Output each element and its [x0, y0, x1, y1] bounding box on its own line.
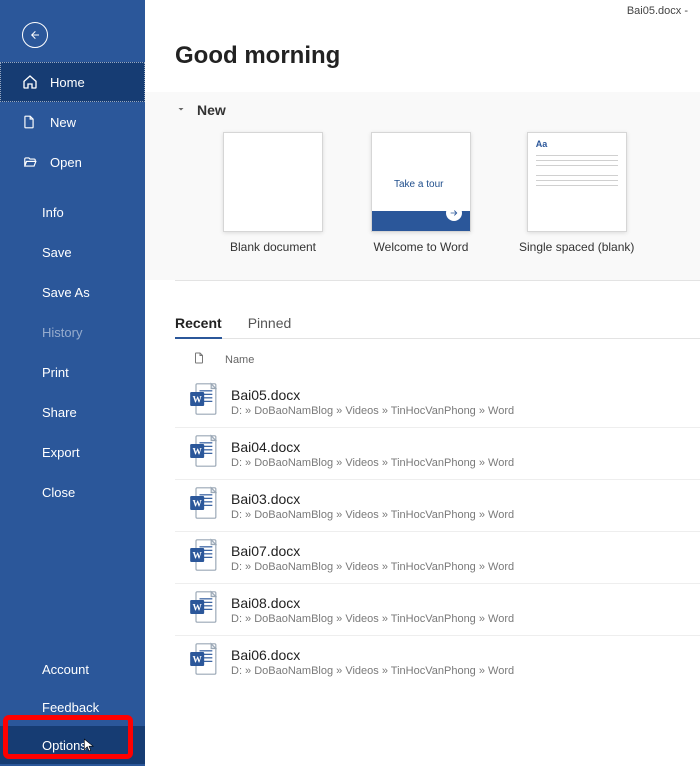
file-path: D: » DoBaoNamBlog » Videos » TinHocVanPh… [231, 613, 514, 625]
take-tour-text: Take a tour [394, 179, 443, 190]
svg-text:W: W [193, 448, 203, 458]
new-section-label: New [197, 102, 226, 118]
sidebar-label-open: Open [50, 155, 82, 170]
recent-file-list: W Bai05.docx D: » DoBaoNamBlog » Videos … [175, 376, 700, 687]
recent-tabs: Recent Pinned [175, 315, 700, 339]
template-welcome[interactable]: Take a tour Welcome to Word [371, 132, 471, 254]
home-icon [22, 74, 38, 90]
recent-file-row[interactable]: W Bai03.docx D: » DoBaoNamBlog » Videos … [175, 479, 700, 531]
file-list-header: Name [175, 339, 700, 376]
svg-text:W: W [193, 500, 203, 510]
template-single-spaced-thumb: Aa [527, 132, 627, 232]
sidebar-label-new: New [50, 115, 76, 130]
template-blank-thumb [223, 132, 323, 232]
sidebar-item-home[interactable]: Home [0, 62, 145, 102]
sidebar-bottom-group: Account Feedback Options [0, 650, 145, 766]
template-list: Blank document Take a tour Welcome to Wo… [175, 132, 700, 254]
sidebar-item-options[interactable]: Options [0, 726, 145, 764]
file-name: Bai05.docx [231, 387, 514, 403]
content-area: Good morning New Blank document Take a t… [145, 22, 700, 687]
word-file-icon: W [189, 434, 217, 473]
sidebar-item-account[interactable]: Account [0, 650, 145, 688]
divider [175, 280, 700, 281]
file-text: Bai06.docx D: » DoBaoNamBlog » Videos » … [231, 647, 514, 677]
file-text: Bai07.docx D: » DoBaoNamBlog » Videos » … [231, 543, 514, 573]
file-name: Bai06.docx [231, 647, 514, 663]
file-text: Bai04.docx D: » DoBaoNamBlog » Videos » … [231, 439, 514, 469]
recent-file-row[interactable]: W Bai05.docx D: » DoBaoNamBlog » Videos … [175, 376, 700, 427]
tab-recent[interactable]: Recent [175, 315, 222, 339]
new-section-header[interactable]: New [175, 102, 700, 118]
template-blank-label: Blank document [230, 240, 316, 254]
tour-arrow-icon [446, 205, 462, 221]
sidebar-item-new[interactable]: New [0, 102, 145, 142]
word-file-icon: W [189, 486, 217, 525]
sidebar-item-print[interactable]: Print [0, 352, 145, 392]
page-icon [22, 114, 38, 130]
svg-text:W: W [193, 396, 203, 406]
template-single-spaced-label: Single spaced (blank) [519, 240, 634, 254]
back-button[interactable] [22, 22, 48, 48]
file-path: D: » DoBaoNamBlog » Videos » TinHocVanPh… [231, 561, 514, 573]
file-path: D: » DoBaoNamBlog » Videos » TinHocVanPh… [231, 405, 514, 417]
document-column-icon [193, 351, 207, 368]
word-file-icon: W [189, 382, 217, 421]
sidebar-item-info[interactable]: Info [0, 192, 145, 232]
greeting-heading: Good morning [175, 42, 700, 70]
sidebar-item-open[interactable]: Open [0, 142, 145, 182]
single-spaced-aa: Aa [536, 139, 548, 149]
word-file-icon: W [189, 538, 217, 577]
template-single-spaced[interactable]: Aa Single spaced (blank) [519, 132, 634, 254]
template-welcome-label: Welcome to Word [374, 240, 469, 254]
sidebar-item-save[interactable]: Save [0, 232, 145, 272]
svg-text:W: W [193, 604, 203, 614]
file-name: Bai03.docx [231, 491, 514, 507]
sidebar-primary-group: Home New Open [0, 62, 145, 182]
titlebar: Bai05.docx - [145, 0, 700, 22]
sidebar-item-export[interactable]: Export [0, 432, 145, 472]
sidebar-item-feedback[interactable]: Feedback [0, 688, 145, 726]
word-file-icon: W [189, 590, 217, 629]
tab-pinned[interactable]: Pinned [248, 315, 292, 339]
file-name: Bai04.docx [231, 439, 514, 455]
sidebar-label-home: Home [50, 75, 85, 90]
recent-file-row[interactable]: W Bai08.docx D: » DoBaoNamBlog » Videos … [175, 583, 700, 635]
sidebar-item-close[interactable]: Close [0, 472, 145, 512]
backstage-main: Bai05.docx - Good morning New Blank docu… [145, 0, 700, 766]
file-text: Bai03.docx D: » DoBaoNamBlog » Videos » … [231, 491, 514, 521]
recent-file-row[interactable]: W Bai06.docx D: » DoBaoNamBlog » Videos … [175, 635, 700, 687]
sidebar-secondary-group: Info Save Save As History Print Share Ex… [0, 192, 145, 512]
sidebar-item-share[interactable]: Share [0, 392, 145, 432]
new-section: New Blank document Take a tour Welcome [145, 92, 700, 280]
svg-text:W: W [193, 656, 203, 666]
word-file-icon: W [189, 642, 217, 681]
file-name: Bai07.docx [231, 543, 514, 559]
folder-icon [22, 155, 38, 169]
name-column-label: Name [225, 354, 254, 366]
file-path: D: » DoBaoNamBlog » Videos » TinHocVanPh… [231, 665, 514, 677]
file-path: D: » DoBaoNamBlog » Videos » TinHocVanPh… [231, 509, 514, 521]
file-text: Bai08.docx D: » DoBaoNamBlog » Videos » … [231, 595, 514, 625]
file-name: Bai08.docx [231, 595, 514, 611]
template-blank[interactable]: Blank document [223, 132, 323, 254]
svg-text:W: W [193, 552, 203, 562]
file-text: Bai05.docx D: » DoBaoNamBlog » Videos » … [231, 387, 514, 417]
chevron-down-icon [175, 102, 187, 118]
recent-file-row[interactable]: W Bai07.docx D: » DoBaoNamBlog » Videos … [175, 531, 700, 583]
backstage-sidebar: Home New Open Info Save Save As History … [0, 0, 145, 766]
sidebar-item-history[interactable]: History [0, 312, 145, 352]
file-path: D: » DoBaoNamBlog » Videos » TinHocVanPh… [231, 457, 514, 469]
template-welcome-thumb: Take a tour [371, 132, 471, 232]
back-arrow-icon [29, 29, 41, 41]
recent-file-row[interactable]: W Bai04.docx D: » DoBaoNamBlog » Videos … [175, 427, 700, 479]
sidebar-item-saveas[interactable]: Save As [0, 272, 145, 312]
